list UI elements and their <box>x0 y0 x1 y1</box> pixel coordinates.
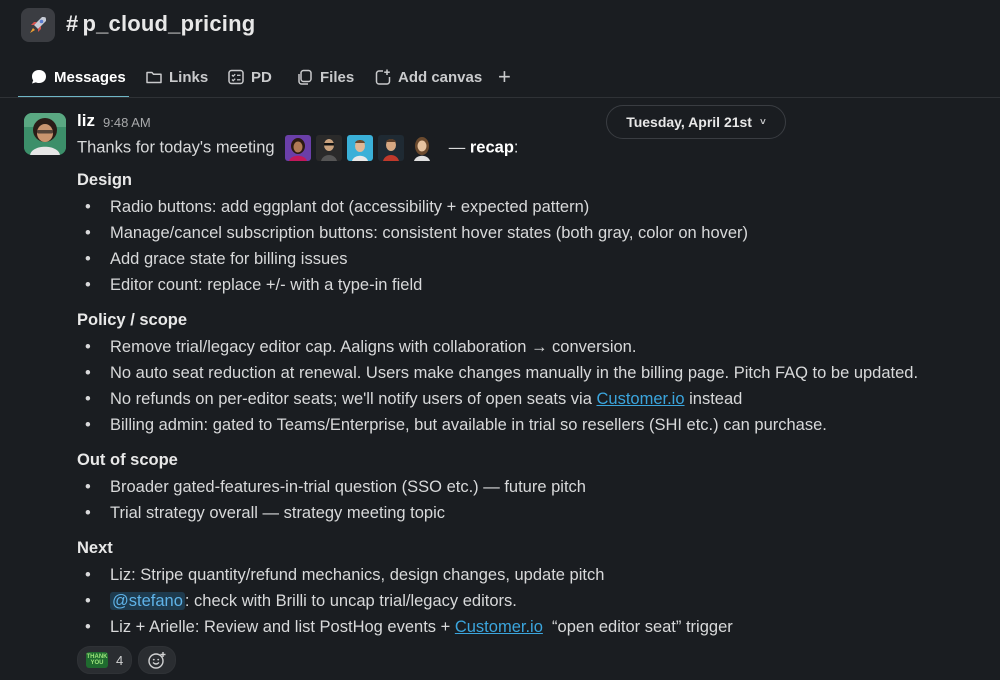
channel-header: # p_cloud_pricing <box>0 0 1000 52</box>
list-item-text: Trial strategy overall — strategy meetin… <box>110 504 446 522</box>
message-timestamp[interactable]: 9:48 AM <box>103 115 151 130</box>
list-item: • Editor count: replace +/- with a type-i… <box>85 276 422 295</box>
tab-label: Links <box>169 68 209 86</box>
list-item-text: Radio buttons: add eggplant dot (accessi… <box>110 198 590 216</box>
customer-io-link[interactable]: Customer.io <box>596 390 684 408</box>
list-item: • Add grace state for billing issues <box>85 250 348 269</box>
message-bubble-icon <box>32 70 46 84</box>
files-icon <box>298 69 312 85</box>
list-item: • Broader gated-features-in-trial questio… <box>85 478 586 497</box>
list-item-text: Billing admin: gated to Teams/Enterprise… <box>110 416 827 434</box>
channel-tabs: Messages Links PD Files Add canvas + <box>0 58 1000 98</box>
attendee-avatar[interactable] <box>316 135 343 161</box>
add-reaction-button[interactable] <box>138 646 177 674</box>
attendee-avatar[interactable] <box>285 135 312 161</box>
bullet-dot: • <box>85 592 91 610</box>
rocket-icon[interactable] <box>21 8 55 42</box>
tab-label: PD <box>251 68 272 86</box>
bullet-dot: • <box>85 504 91 522</box>
tab-messages[interactable]: Messages <box>30 58 126 96</box>
list-item: • Liz: Stripe quantity/refund mechanics, … <box>85 566 604 585</box>
tab-label: Add canvas <box>398 68 483 86</box>
list-item: • Trial strategy overall — strategy meeti… <box>85 504 445 523</box>
bullet-dot: • <box>85 250 91 268</box>
channel-title[interactable]: # p_cloud_pricing <box>66 11 255 37</box>
attendee-avatars <box>285 135 440 161</box>
list-item-text: Add grace state for billing issues <box>110 250 348 268</box>
tab-links[interactable]: Links <box>145 58 208 96</box>
bullet-dot: • <box>85 338 91 356</box>
list-item: • Remove trial/legacy editor cap. Aaligns… <box>85 338 636 357</box>
message-author[interactable]: liz <box>77 111 95 131</box>
bullet-dot: • <box>85 566 91 584</box>
list-item: • No refunds on per-editor seats; we'll n… <box>85 390 742 409</box>
channel-name: p_cloud_pricing <box>82 11 256 36</box>
attendee-avatar[interactable] <box>378 135 405 161</box>
list-item-text: Remove trial/legacy editor cap. Aaligns … <box>110 338 637 356</box>
list-item-text: Manage/cancel subscription buttons: cons… <box>110 224 749 242</box>
chevron-down-icon: ˅ <box>759 116 766 128</box>
intro-dash: — <box>448 138 466 157</box>
section-heading-out-of-scope: Out of scope <box>77 451 178 469</box>
list-item-text: Liz: Stripe quantity/refund mechanics, d… <box>110 566 605 584</box>
bullet-dot: • <box>85 478 91 496</box>
tab-pd[interactable]: PD <box>227 58 272 96</box>
bullet-dot: • <box>85 276 91 294</box>
section-heading-design: Design <box>77 171 133 189</box>
attendee-avatar[interactable] <box>409 135 436 161</box>
list-item-text: No auto seat reduction at renewal. Users… <box>110 364 919 382</box>
date-label: Tuesday, April 21st <box>626 114 752 130</box>
list-item: • Billing admin: gated to Teams/Enterpris… <box>85 416 827 435</box>
intro-bold: recap <box>469 138 514 157</box>
list-item: • Radio buttons: add eggplant dot (access… <box>85 198 589 217</box>
bullet-dot: • <box>85 364 91 382</box>
list-item: • Manage/cancel subscription buttons: con… <box>85 224 748 243</box>
list-item-text: Broader gated-features-in-trial question… <box>110 478 586 496</box>
bullet-dot: • <box>85 416 91 434</box>
list-item-text: “open editor seat” trigger <box>542 618 733 636</box>
add-reaction-icon <box>148 652 166 669</box>
list-item: • @stefano: check with Brilli to uncap tr… <box>85 592 517 611</box>
list-item: • No auto seat reduction at renewal. User… <box>85 364 918 383</box>
reaction-thank-you[interactable]: THANK YOU 4 <box>77 646 133 674</box>
list-item-text: : check with Brilli to uncap trial/legac… <box>184 592 517 610</box>
section-heading-next: Next <box>77 539 113 557</box>
customer-io-link[interactable]: Customer.io <box>455 618 543 636</box>
tab-label: Messages <box>54 68 126 86</box>
canvas-add-icon <box>375 69 391 85</box>
tab-files[interactable]: Files <box>296 58 354 96</box>
bullet-dot: • <box>85 198 91 216</box>
section-heading-policy: Policy / scope <box>77 311 188 329</box>
bullet-dot: • <box>85 618 91 636</box>
attendee-avatar[interactable] <box>347 135 374 161</box>
checklist-icon <box>228 69 244 85</box>
user-mention[interactable]: @stefano <box>110 592 185 610</box>
thank-you-emoji: THANK YOU <box>86 652 108 668</box>
tab-label: Files <box>320 68 355 86</box>
add-tab-button[interactable]: + <box>498 58 511 96</box>
message-intro: Thanks for today's meeting — recap: <box>77 135 519 161</box>
intro-text: Thanks for today's meeting <box>77 138 275 157</box>
reaction-count: 4 <box>116 652 124 668</box>
list-item-text: instead <box>684 390 743 408</box>
avatar[interactable] <box>24 113 66 155</box>
list-item-text: Editor count: replace +/- with a type-in… <box>110 276 423 294</box>
channel-hash: # <box>66 11 79 36</box>
list-item-text: No refunds on per-editor seats; we'll no… <box>110 390 597 408</box>
bullet-dot: • <box>85 390 91 408</box>
folder-icon <box>146 71 162 84</box>
list-item: • Liz + Arielle: Review and list PostHog … <box>85 618 733 637</box>
intro-colon: : <box>513 138 519 157</box>
list-item-text: Liz + Arielle: Review and list PostHog e… <box>110 618 455 636</box>
tab-add-canvas[interactable]: Add canvas <box>374 58 482 96</box>
date-divider-button[interactable]: Tuesday, April 21st ˅ <box>606 105 786 139</box>
reactions-bar: THANK YOU 4 <box>77 646 182 674</box>
bullet-dot: • <box>85 224 91 242</box>
tabs-divider <box>0 97 1000 98</box>
